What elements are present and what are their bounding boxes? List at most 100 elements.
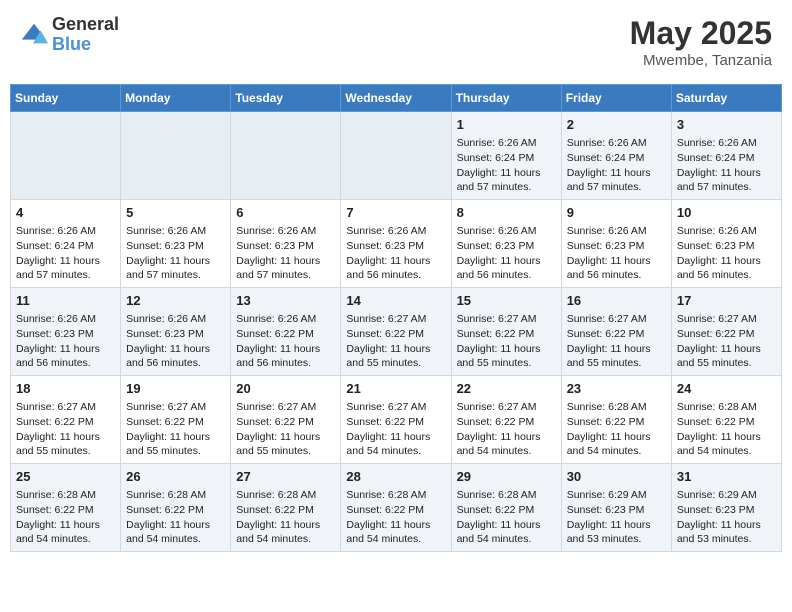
calendar-cell: 25Sunrise: 6:28 AMSunset: 6:22 PMDayligh… — [11, 464, 121, 552]
day-info: and 55 minutes. — [16, 444, 115, 459]
day-info: Sunrise: 6:29 AM — [567, 488, 666, 503]
day-info: Sunrise: 6:27 AM — [346, 312, 445, 327]
day-info: Sunrise: 6:27 AM — [457, 400, 556, 415]
day-info: Sunset: 6:23 PM — [126, 239, 225, 254]
calendar-cell: 19Sunrise: 6:27 AMSunset: 6:22 PMDayligh… — [121, 376, 231, 464]
day-info: Daylight: 11 hours — [236, 342, 335, 357]
day-number: 23 — [567, 380, 666, 398]
day-info: and 57 minutes. — [677, 180, 776, 195]
day-info: Sunrise: 6:29 AM — [677, 488, 776, 503]
day-info: Daylight: 11 hours — [677, 518, 776, 533]
calendar-cell: 11Sunrise: 6:26 AMSunset: 6:23 PMDayligh… — [11, 288, 121, 376]
day-info: Sunset: 6:22 PM — [567, 327, 666, 342]
day-info: Daylight: 11 hours — [236, 430, 335, 445]
day-info: Daylight: 11 hours — [457, 166, 556, 181]
day-number: 21 — [346, 380, 445, 398]
calendar-cell: 4Sunrise: 6:26 AMSunset: 6:24 PMDaylight… — [11, 200, 121, 288]
day-info: Daylight: 11 hours — [677, 254, 776, 269]
day-info: and 54 minutes. — [457, 532, 556, 547]
calendar-cell: 3Sunrise: 6:26 AMSunset: 6:24 PMDaylight… — [671, 112, 781, 200]
header-row: SundayMondayTuesdayWednesdayThursdayFrid… — [11, 85, 782, 112]
calendar-body: 1Sunrise: 6:26 AMSunset: 6:24 PMDaylight… — [11, 112, 782, 552]
day-info: Sunrise: 6:28 AM — [457, 488, 556, 503]
day-info: and 56 minutes. — [16, 356, 115, 371]
day-number: 12 — [126, 292, 225, 310]
week-row-3: 11Sunrise: 6:26 AMSunset: 6:23 PMDayligh… — [11, 288, 782, 376]
day-info: and 53 minutes. — [567, 532, 666, 547]
calendar-cell: 8Sunrise: 6:26 AMSunset: 6:23 PMDaylight… — [451, 200, 561, 288]
day-info: and 55 minutes. — [457, 356, 556, 371]
day-info: Sunset: 6:22 PM — [457, 415, 556, 430]
day-info: and 56 minutes. — [677, 268, 776, 283]
day-info: and 54 minutes. — [346, 444, 445, 459]
logo: General Blue — [20, 15, 119, 55]
day-info: Daylight: 11 hours — [236, 518, 335, 533]
day-info: Daylight: 11 hours — [16, 254, 115, 269]
day-number: 14 — [346, 292, 445, 310]
day-info: Daylight: 11 hours — [16, 342, 115, 357]
day-info: Sunset: 6:22 PM — [16, 415, 115, 430]
day-number: 16 — [567, 292, 666, 310]
day-info: Sunset: 6:23 PM — [236, 239, 335, 254]
week-row-1: 1Sunrise: 6:26 AMSunset: 6:24 PMDaylight… — [11, 112, 782, 200]
day-info: Sunrise: 6:26 AM — [236, 312, 335, 327]
day-info: and 54 minutes. — [346, 532, 445, 547]
calendar-header: SundayMondayTuesdayWednesdayThursdayFrid… — [11, 85, 782, 112]
day-number: 2 — [567, 116, 666, 134]
day-info: Daylight: 11 hours — [126, 518, 225, 533]
day-info: and 57 minutes. — [567, 180, 666, 195]
day-number: 30 — [567, 468, 666, 486]
calendar-cell: 28Sunrise: 6:28 AMSunset: 6:22 PMDayligh… — [341, 464, 451, 552]
day-number: 15 — [457, 292, 556, 310]
day-info: Sunset: 6:24 PM — [567, 151, 666, 166]
day-info: Sunrise: 6:27 AM — [567, 312, 666, 327]
day-info: Sunrise: 6:26 AM — [567, 224, 666, 239]
day-info: and 56 minutes. — [236, 356, 335, 371]
day-info: Sunset: 6:22 PM — [236, 415, 335, 430]
day-info: Daylight: 11 hours — [567, 518, 666, 533]
calendar-cell: 21Sunrise: 6:27 AMSunset: 6:22 PMDayligh… — [341, 376, 451, 464]
week-row-2: 4Sunrise: 6:26 AMSunset: 6:24 PMDaylight… — [11, 200, 782, 288]
day-info: and 55 minutes. — [677, 356, 776, 371]
day-info: Sunset: 6:23 PM — [126, 327, 225, 342]
main-title: May 2025 — [630, 15, 772, 52]
day-info: Sunset: 6:22 PM — [126, 503, 225, 518]
day-info: Sunset: 6:23 PM — [16, 327, 115, 342]
day-info: Daylight: 11 hours — [677, 430, 776, 445]
day-info: Daylight: 11 hours — [126, 254, 225, 269]
day-info: Sunrise: 6:28 AM — [567, 400, 666, 415]
header-day-wednesday: Wednesday — [341, 85, 451, 112]
calendar-cell: 18Sunrise: 6:27 AMSunset: 6:22 PMDayligh… — [11, 376, 121, 464]
day-info: Sunset: 6:23 PM — [567, 239, 666, 254]
day-number: 31 — [677, 468, 776, 486]
day-number: 13 — [236, 292, 335, 310]
week-row-5: 25Sunrise: 6:28 AMSunset: 6:22 PMDayligh… — [11, 464, 782, 552]
day-info: and 56 minutes. — [457, 268, 556, 283]
calendar-cell: 10Sunrise: 6:26 AMSunset: 6:23 PMDayligh… — [671, 200, 781, 288]
day-number: 10 — [677, 204, 776, 222]
day-info: Sunset: 6:22 PM — [16, 503, 115, 518]
day-info: and 54 minutes. — [457, 444, 556, 459]
day-info: Daylight: 11 hours — [567, 166, 666, 181]
calendar-cell — [11, 112, 121, 200]
day-info: Sunset: 6:23 PM — [457, 239, 556, 254]
day-number: 24 — [677, 380, 776, 398]
day-number: 28 — [346, 468, 445, 486]
calendar-cell: 17Sunrise: 6:27 AMSunset: 6:22 PMDayligh… — [671, 288, 781, 376]
calendar-cell: 31Sunrise: 6:29 AMSunset: 6:23 PMDayligh… — [671, 464, 781, 552]
day-info: Sunrise: 6:27 AM — [126, 400, 225, 415]
page-container: General Blue May 2025 Mwembe, Tanzania S… — [10, 10, 782, 552]
day-info: Sunset: 6:22 PM — [346, 503, 445, 518]
day-number: 18 — [16, 380, 115, 398]
day-info: Daylight: 11 hours — [126, 430, 225, 445]
day-info: Daylight: 11 hours — [126, 342, 225, 357]
calendar-cell: 5Sunrise: 6:26 AMSunset: 6:23 PMDaylight… — [121, 200, 231, 288]
day-info: Daylight: 11 hours — [677, 166, 776, 181]
calendar-cell: 24Sunrise: 6:28 AMSunset: 6:22 PMDayligh… — [671, 376, 781, 464]
day-info: Sunrise: 6:28 AM — [236, 488, 335, 503]
day-info: Sunrise: 6:27 AM — [677, 312, 776, 327]
calendar-cell: 26Sunrise: 6:28 AMSunset: 6:22 PMDayligh… — [121, 464, 231, 552]
day-info: Sunrise: 6:28 AM — [16, 488, 115, 503]
day-info: Daylight: 11 hours — [567, 254, 666, 269]
day-info: Sunset: 6:22 PM — [677, 415, 776, 430]
